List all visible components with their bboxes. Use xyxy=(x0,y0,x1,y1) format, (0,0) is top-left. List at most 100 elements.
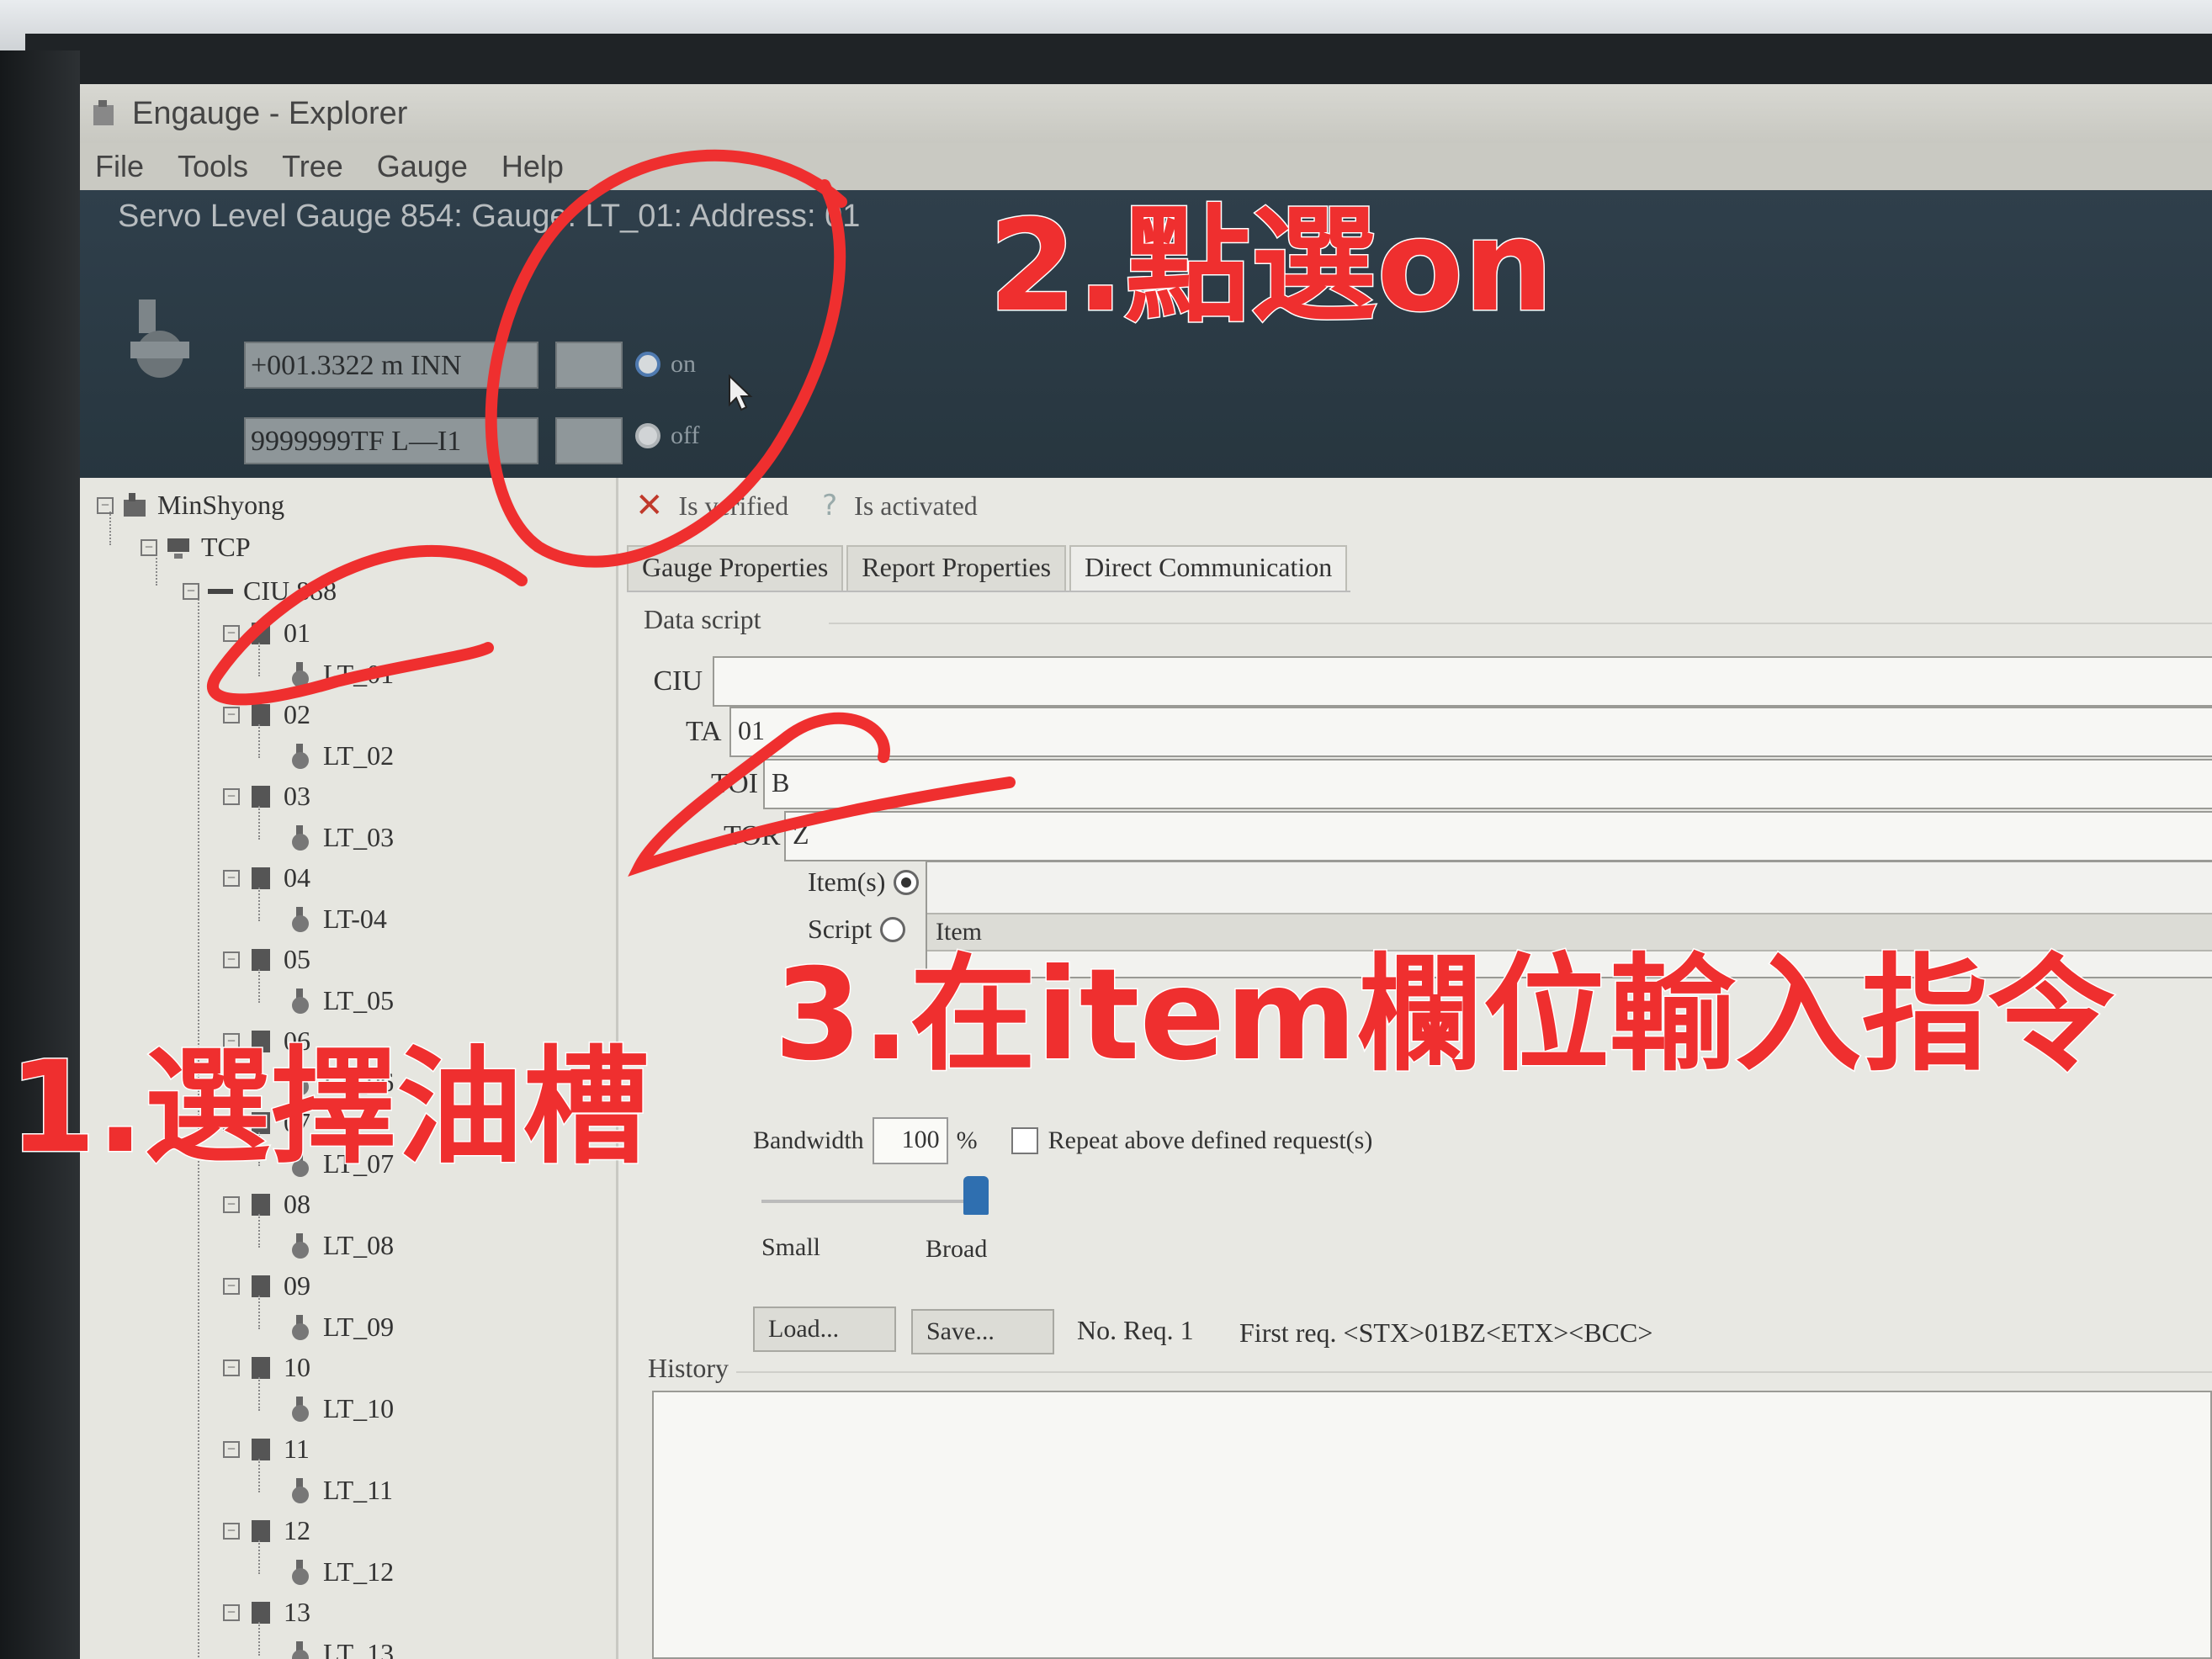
menu-file[interactable]: File xyxy=(95,149,144,184)
level-gauge-icon xyxy=(292,1314,309,1340)
tree-node-gauge-01[interactable]: LT_01 xyxy=(286,659,394,690)
bandwidth-slider-track[interactable] xyxy=(761,1200,980,1203)
level-gauge-icon xyxy=(292,1232,309,1259)
tab-report-properties[interactable]: Report Properties xyxy=(846,545,1067,591)
tor-input[interactable]: Z xyxy=(784,811,2212,861)
tree-node-group-10[interactable]: − 10 xyxy=(223,1352,310,1383)
gauge-title: Servo Level Gauge 854: Gauge: LT_01: Add… xyxy=(118,199,861,234)
annotation-step-1: 1.選擇油槽 xyxy=(7,1034,650,1183)
on-radio[interactable]: on xyxy=(635,350,696,379)
tree-node-gauge-02[interactable]: LT_02 xyxy=(286,740,394,771)
tree-node-group-05[interactable]: − 05 xyxy=(223,944,310,975)
tree-connector xyxy=(258,1459,260,1492)
tree-node-group-08[interactable]: − 08 xyxy=(223,1189,310,1220)
tree-label-ciu: CIU 888 xyxy=(243,575,337,606)
bandwidth-input[interactable]: 100 xyxy=(872,1117,948,1164)
app-icon xyxy=(93,100,114,125)
level-gauge-icon xyxy=(292,743,309,769)
menu-gauge[interactable]: Gauge xyxy=(377,149,468,184)
tree-node-group-03[interactable]: − 03 xyxy=(223,781,310,812)
tree-node-group-12[interactable]: − 12 xyxy=(223,1515,310,1546)
activated-label: Is activated xyxy=(854,490,978,521)
tree-node-gauge-04[interactable]: LT-04 xyxy=(286,904,387,935)
save-button[interactable]: Save... xyxy=(911,1309,1054,1354)
tree-node-group-11[interactable]: − 11 xyxy=(223,1434,310,1465)
tor-row: TOR Z xyxy=(724,811,2212,861)
tree-label-group: 10 xyxy=(284,1352,310,1382)
on-radio-label: on xyxy=(671,350,696,378)
level-gauge-icon xyxy=(292,824,309,851)
off-radio[interactable]: off xyxy=(635,421,699,450)
tank-group-icon xyxy=(252,785,270,808)
tree-node-group-01[interactable]: − 01 xyxy=(223,617,310,649)
collapse-toggle-icon[interactable]: − xyxy=(223,1440,240,1458)
tree-node-root[interactable]: − MinShyong xyxy=(97,490,284,521)
collapse-toggle-icon[interactable]: − xyxy=(223,1359,240,1376)
history-log[interactable] xyxy=(652,1391,2212,1659)
tree-node-gauge-09[interactable]: LT_09 xyxy=(286,1312,394,1343)
collapse-toggle-icon[interactable]: − xyxy=(223,706,240,723)
collapse-toggle-icon[interactable]: − xyxy=(223,1195,240,1213)
tree-node-group-13[interactable]: − 13 xyxy=(223,1597,310,1628)
tree-node-gauge-03[interactable]: LT_03 xyxy=(286,822,394,853)
menu-tree[interactable]: Tree xyxy=(282,149,343,184)
items-radio[interactable]: Item(s) xyxy=(808,867,920,898)
first-request: First req. <STX>01BZ<ETX><BCC> xyxy=(1239,1317,1653,1348)
tree-node-group-02[interactable]: − 02 xyxy=(223,699,310,730)
load-button[interactable]: Load... xyxy=(753,1307,896,1352)
collapse-toggle-icon[interactable]: − xyxy=(223,1522,240,1540)
status-readout: 9999999TF L—I1 xyxy=(244,417,538,464)
off-radio-dot[interactable] xyxy=(635,423,660,448)
level-gauge-icon xyxy=(292,1559,309,1585)
tab-gauge-properties[interactable]: Gauge Properties xyxy=(627,545,844,591)
collapse-toggle-icon[interactable]: − xyxy=(141,538,157,556)
tree-connector xyxy=(258,1296,260,1329)
mouse-cursor-icon xyxy=(729,374,753,411)
collapse-toggle-icon[interactable]: − xyxy=(97,496,114,514)
history-title: History xyxy=(648,1353,729,1383)
collapse-toggle-icon[interactable]: − xyxy=(223,787,240,805)
tab-direct-communication[interactable]: Direct Communication xyxy=(1069,545,1348,591)
on-radio-dot[interactable] xyxy=(635,352,660,377)
not-verified-icon: ✕ xyxy=(635,486,664,525)
tree-node-gauge-13[interactable]: LT_13 xyxy=(286,1638,394,1659)
tree-connector xyxy=(258,1377,260,1411)
menu-help[interactable]: Help xyxy=(501,149,564,184)
bandwidth-unit: % xyxy=(956,1126,978,1154)
bandwidth-slider-thumb[interactable] xyxy=(963,1176,989,1215)
collapse-toggle-icon[interactable]: − xyxy=(223,1603,240,1621)
tree-label-tcp: TCP xyxy=(201,532,251,562)
level-gauge-icon xyxy=(292,1477,309,1503)
ciu-label: CIU xyxy=(653,665,703,697)
tree-node-gauge-12[interactable]: LT_12 xyxy=(286,1556,394,1587)
verified-label: Is verified xyxy=(678,490,789,521)
menu-tools[interactable]: Tools xyxy=(178,149,248,184)
toi-input[interactable]: B xyxy=(763,759,2212,809)
items-radio-button[interactable] xyxy=(894,869,920,895)
collapse-toggle-icon[interactable]: − xyxy=(223,624,240,642)
collapse-toggle-icon[interactable]: − xyxy=(223,951,240,968)
level-gauge-icon xyxy=(292,661,309,687)
tree-node-group-09[interactable]: − 09 xyxy=(223,1270,310,1301)
tree-label-gauge: LT_09 xyxy=(323,1312,395,1342)
tree-node-gauge-08[interactable]: LT_08 xyxy=(286,1230,394,1261)
collapse-toggle-icon[interactable]: − xyxy=(223,869,240,887)
tree-label-gauge: LT_02 xyxy=(323,740,395,771)
collapse-toggle-icon[interactable]: − xyxy=(183,582,199,600)
level-gauge-icon xyxy=(292,906,309,932)
repeat-checkbox[interactable] xyxy=(1011,1127,1038,1154)
tree-node-ciu[interactable]: − CIU 888 xyxy=(183,575,337,607)
data-script-group-title: Data script xyxy=(644,604,761,634)
tree-node-tcp[interactable]: − TCP xyxy=(141,532,251,563)
ta-input[interactable]: 01 xyxy=(729,707,2212,757)
tree-node-group-04[interactable]: − 04 xyxy=(223,862,310,893)
tree-label-group: 02 xyxy=(284,699,310,729)
tree-node-gauge-10[interactable]: LT_10 xyxy=(286,1393,394,1424)
tree-label-root: MinShyong xyxy=(157,490,285,520)
off-radio-label: off xyxy=(671,421,700,449)
collapse-toggle-icon[interactable]: − xyxy=(223,1277,240,1295)
ciu-input[interactable] xyxy=(713,656,2212,707)
tree-connector xyxy=(258,643,260,676)
tank-group-icon xyxy=(252,1438,270,1460)
tree-node-gauge-11[interactable]: LT_11 xyxy=(286,1475,393,1506)
